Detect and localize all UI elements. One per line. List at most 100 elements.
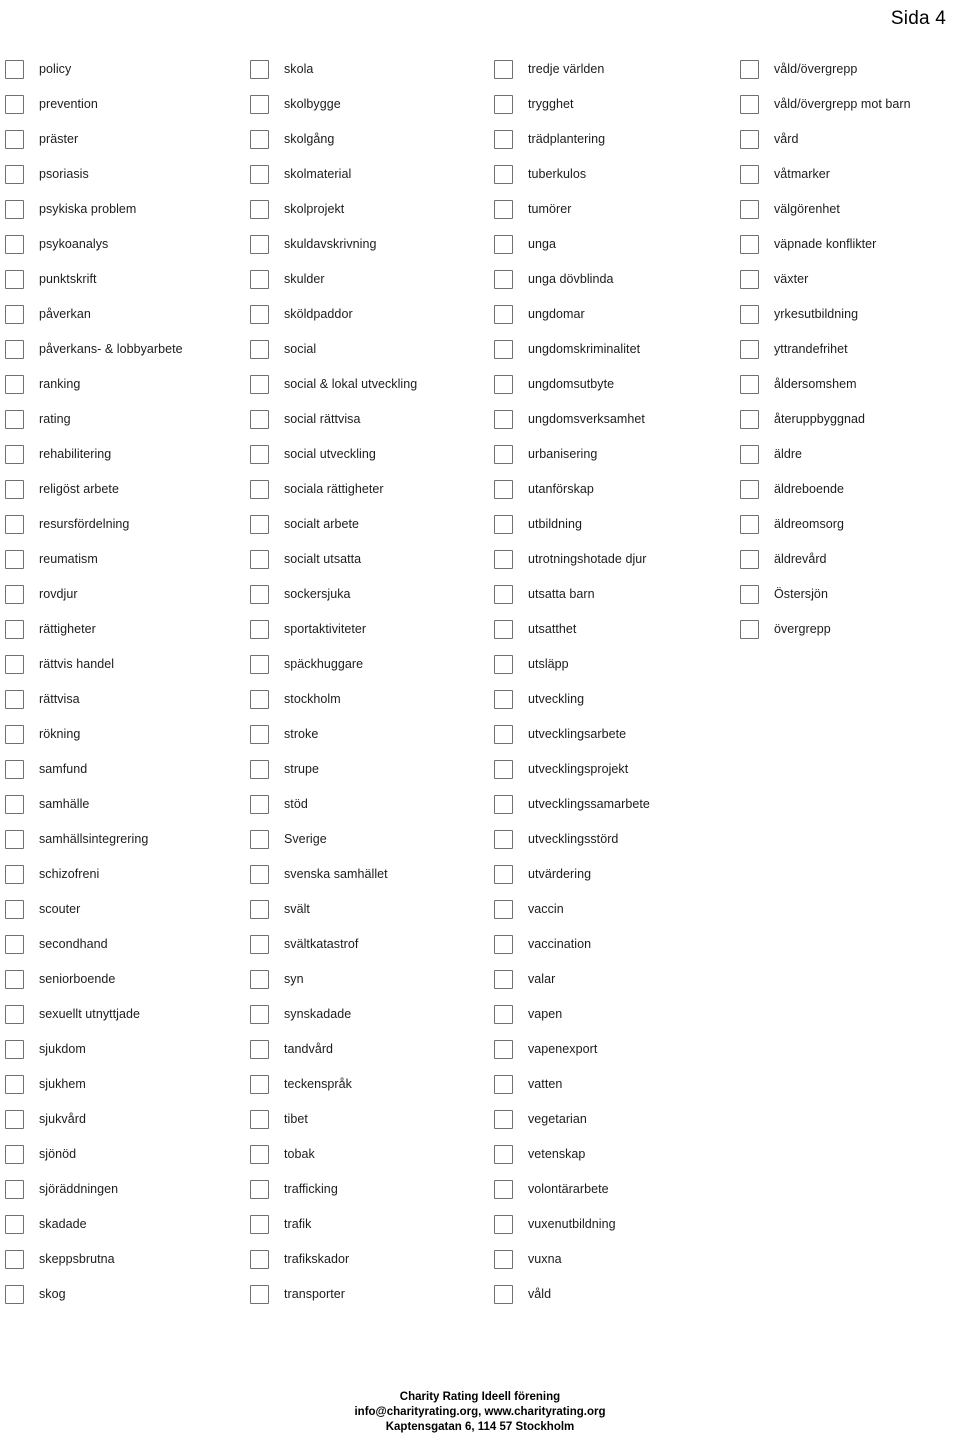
checklist-row[interactable]: vuxenutbildning <box>494 1207 735 1242</box>
checklist-row[interactable]: våtmarker <box>740 157 955 192</box>
checklist-row[interactable]: rättvisa <box>5 682 245 717</box>
checkbox-icon[interactable] <box>740 95 759 114</box>
checkbox-icon[interactable] <box>250 235 269 254</box>
checklist-row[interactable]: utbildning <box>494 507 735 542</box>
checklist-row[interactable]: återuppbyggnad <box>740 402 955 437</box>
checkbox-icon[interactable] <box>494 1005 513 1024</box>
checklist-row[interactable]: psoriasis <box>5 157 245 192</box>
checklist-row[interactable]: valar <box>494 962 735 997</box>
checklist-row[interactable]: samhälle <box>5 787 245 822</box>
checkbox-icon[interactable] <box>250 865 269 884</box>
checkbox-icon[interactable] <box>494 585 513 604</box>
checkbox-icon[interactable] <box>250 830 269 849</box>
checklist-row[interactable]: punktskrift <box>5 262 245 297</box>
checklist-row[interactable]: tibet <box>250 1102 487 1137</box>
checklist-row[interactable]: resursfördelning <box>5 507 245 542</box>
checkbox-icon[interactable] <box>494 1110 513 1129</box>
checkbox-icon[interactable] <box>494 410 513 429</box>
checklist-row[interactable]: ungdomar <box>494 297 735 332</box>
checkbox-icon[interactable] <box>250 1075 269 1094</box>
checklist-row[interactable]: skadade <box>5 1207 245 1242</box>
checkbox-icon[interactable] <box>250 655 269 674</box>
checklist-row[interactable]: välgörenhet <box>740 192 955 227</box>
checkbox-icon[interactable] <box>740 375 759 394</box>
checklist-row[interactable]: påverkans- & lobbyarbete <box>5 332 245 367</box>
checkbox-icon[interactable] <box>5 95 24 114</box>
checkbox-icon[interactable] <box>5 1250 24 1269</box>
checklist-row[interactable]: ungdomskriminalitet <box>494 332 735 367</box>
checkbox-icon[interactable] <box>494 1145 513 1164</box>
checklist-row[interactable]: sockersjuka <box>250 577 487 612</box>
checkbox-icon[interactable] <box>250 935 269 954</box>
checkbox-icon[interactable] <box>5 200 24 219</box>
checkbox-icon[interactable] <box>250 130 269 149</box>
checkbox-icon[interactable] <box>250 760 269 779</box>
checklist-row[interactable]: sportaktiviteter <box>250 612 487 647</box>
checklist-row[interactable]: skolbygge <box>250 87 487 122</box>
checklist-row[interactable]: socialt utsatta <box>250 542 487 577</box>
checkbox-icon[interactable] <box>740 515 759 534</box>
checklist-row[interactable]: psykoanalys <box>5 227 245 262</box>
checklist-row[interactable]: växter <box>740 262 955 297</box>
checkbox-icon[interactable] <box>494 865 513 884</box>
checkbox-icon[interactable] <box>494 375 513 394</box>
checklist-row[interactable]: rehabilitering <box>5 437 245 472</box>
checklist-row[interactable]: påverkan <box>5 297 245 332</box>
checkbox-icon[interactable] <box>250 1145 269 1164</box>
checkbox-icon[interactable] <box>250 515 269 534</box>
checklist-row[interactable]: rovdjur <box>5 577 245 612</box>
checklist-row[interactable]: teckenspråk <box>250 1067 487 1102</box>
checkbox-icon[interactable] <box>494 620 513 639</box>
checkbox-icon[interactable] <box>250 480 269 499</box>
checklist-row[interactable]: yttrandefrihet <box>740 332 955 367</box>
checkbox-icon[interactable] <box>250 1250 269 1269</box>
checkbox-icon[interactable] <box>250 550 269 569</box>
checkbox-icon[interactable] <box>494 445 513 464</box>
checkbox-icon[interactable] <box>740 270 759 289</box>
checkbox-icon[interactable] <box>494 655 513 674</box>
checklist-row[interactable]: utanförskap <box>494 472 735 507</box>
checkbox-icon[interactable] <box>250 1110 269 1129</box>
checkbox-icon[interactable] <box>250 340 269 359</box>
checkbox-icon[interactable] <box>494 1040 513 1059</box>
checkbox-icon[interactable] <box>740 60 759 79</box>
checklist-row[interactable]: yrkesutbildning <box>740 297 955 332</box>
checklist-row[interactable]: unga dövblinda <box>494 262 735 297</box>
checkbox-icon[interactable] <box>740 340 759 359</box>
checkbox-icon[interactable] <box>494 130 513 149</box>
checklist-row[interactable]: tredje världen <box>494 52 735 87</box>
checkbox-icon[interactable] <box>5 1110 24 1129</box>
checklist-row[interactable]: sjukdom <box>5 1032 245 1067</box>
checklist-row[interactable]: volontärarbete <box>494 1172 735 1207</box>
checkbox-icon[interactable] <box>5 1005 24 1024</box>
checklist-row[interactable]: vapen <box>494 997 735 1032</box>
checkbox-icon[interactable] <box>5 830 24 849</box>
checkbox-icon[interactable] <box>740 130 759 149</box>
checkbox-icon[interactable] <box>494 690 513 709</box>
checklist-row[interactable]: utsatta barn <box>494 577 735 612</box>
checklist-row[interactable]: späckhuggare <box>250 647 487 682</box>
checkbox-icon[interactable] <box>494 550 513 569</box>
checklist-row[interactable]: seniorboende <box>5 962 245 997</box>
checklist-row[interactable]: reumatism <box>5 542 245 577</box>
checkbox-icon[interactable] <box>494 1075 513 1094</box>
checklist-row[interactable]: utsläpp <box>494 647 735 682</box>
checklist-row[interactable]: trafikskador <box>250 1242 487 1277</box>
checkbox-icon[interactable] <box>250 95 269 114</box>
checklist-row[interactable]: urbanisering <box>494 437 735 472</box>
checkbox-icon[interactable] <box>5 865 24 884</box>
checklist-row[interactable]: vuxna <box>494 1242 735 1277</box>
checkbox-icon[interactable] <box>250 410 269 429</box>
checkbox-icon[interactable] <box>740 585 759 604</box>
checkbox-icon[interactable] <box>494 1215 513 1234</box>
checklist-row[interactable]: ungdomsverksamhet <box>494 402 735 437</box>
checklist-row[interactable]: skolmaterial <box>250 157 487 192</box>
checklist-row[interactable]: utveckling <box>494 682 735 717</box>
checklist-row[interactable]: utrotningshotade djur <box>494 542 735 577</box>
checkbox-icon[interactable] <box>5 235 24 254</box>
checklist-row[interactable]: stöd <box>250 787 487 822</box>
checkbox-icon[interactable] <box>5 1075 24 1094</box>
checkbox-icon[interactable] <box>250 1005 269 1024</box>
checklist-row[interactable]: väpnade konflikter <box>740 227 955 262</box>
checkbox-icon[interactable] <box>740 200 759 219</box>
